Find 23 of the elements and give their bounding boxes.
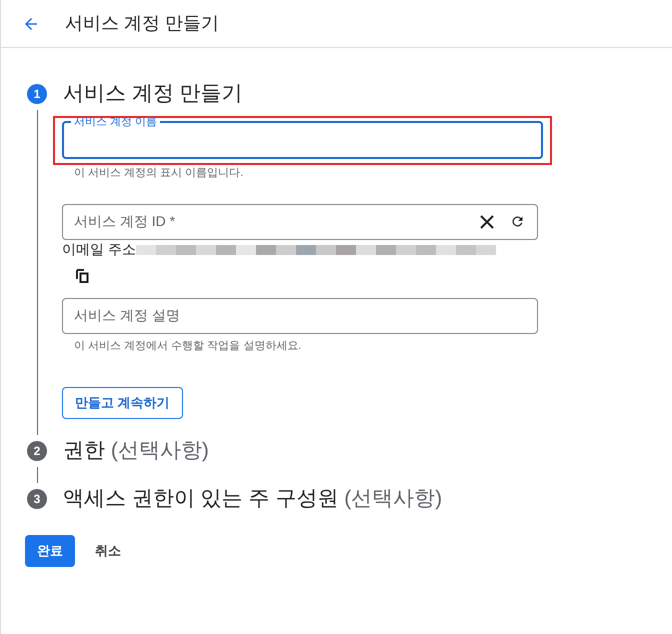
step-number-badge: 3 xyxy=(27,489,47,509)
name-field[interactable]: 서비스 계정 이름 xyxy=(62,115,543,159)
step-title: 서비스 계정 만들기 xyxy=(63,81,243,108)
copy-button[interactable] xyxy=(74,268,90,284)
field-placeholder: 서비스 계정 설명 xyxy=(74,306,180,325)
continue-button[interactable]: 만들고 계속하기 xyxy=(62,387,183,419)
step-number-badge: 2 xyxy=(27,441,47,461)
email-label: 이메일 주소 xyxy=(62,240,136,259)
description-field[interactable]: 서비스 계정 설명 xyxy=(62,298,538,334)
field-label: 서비스 계정 이름 xyxy=(73,115,158,129)
page-title: 서비스 계정 만들기 xyxy=(65,12,220,35)
done-button[interactable]: 완료 xyxy=(25,535,75,567)
close-icon[interactable] xyxy=(480,214,494,228)
step-title: 액세스 권한이 있는 주 구성원 (선택사항) xyxy=(63,486,442,512)
id-field[interactable]: 서비스 계정 ID * xyxy=(62,204,538,240)
cancel-button[interactable]: 취소 xyxy=(75,535,141,567)
field-placeholder: 서비스 계정 ID * xyxy=(74,212,176,231)
refresh-icon[interactable] xyxy=(510,214,525,229)
step-title: 권한 (선택사항) xyxy=(63,438,209,464)
copy-icon xyxy=(76,268,88,282)
field-hint: 이 서비스 계정에서 수행할 작업을 설명하세요. xyxy=(73,338,302,354)
step-number-badge: 1 xyxy=(27,84,47,104)
field-hint: 이 서비스 계정의 표시 이름입니다. xyxy=(73,166,244,181)
